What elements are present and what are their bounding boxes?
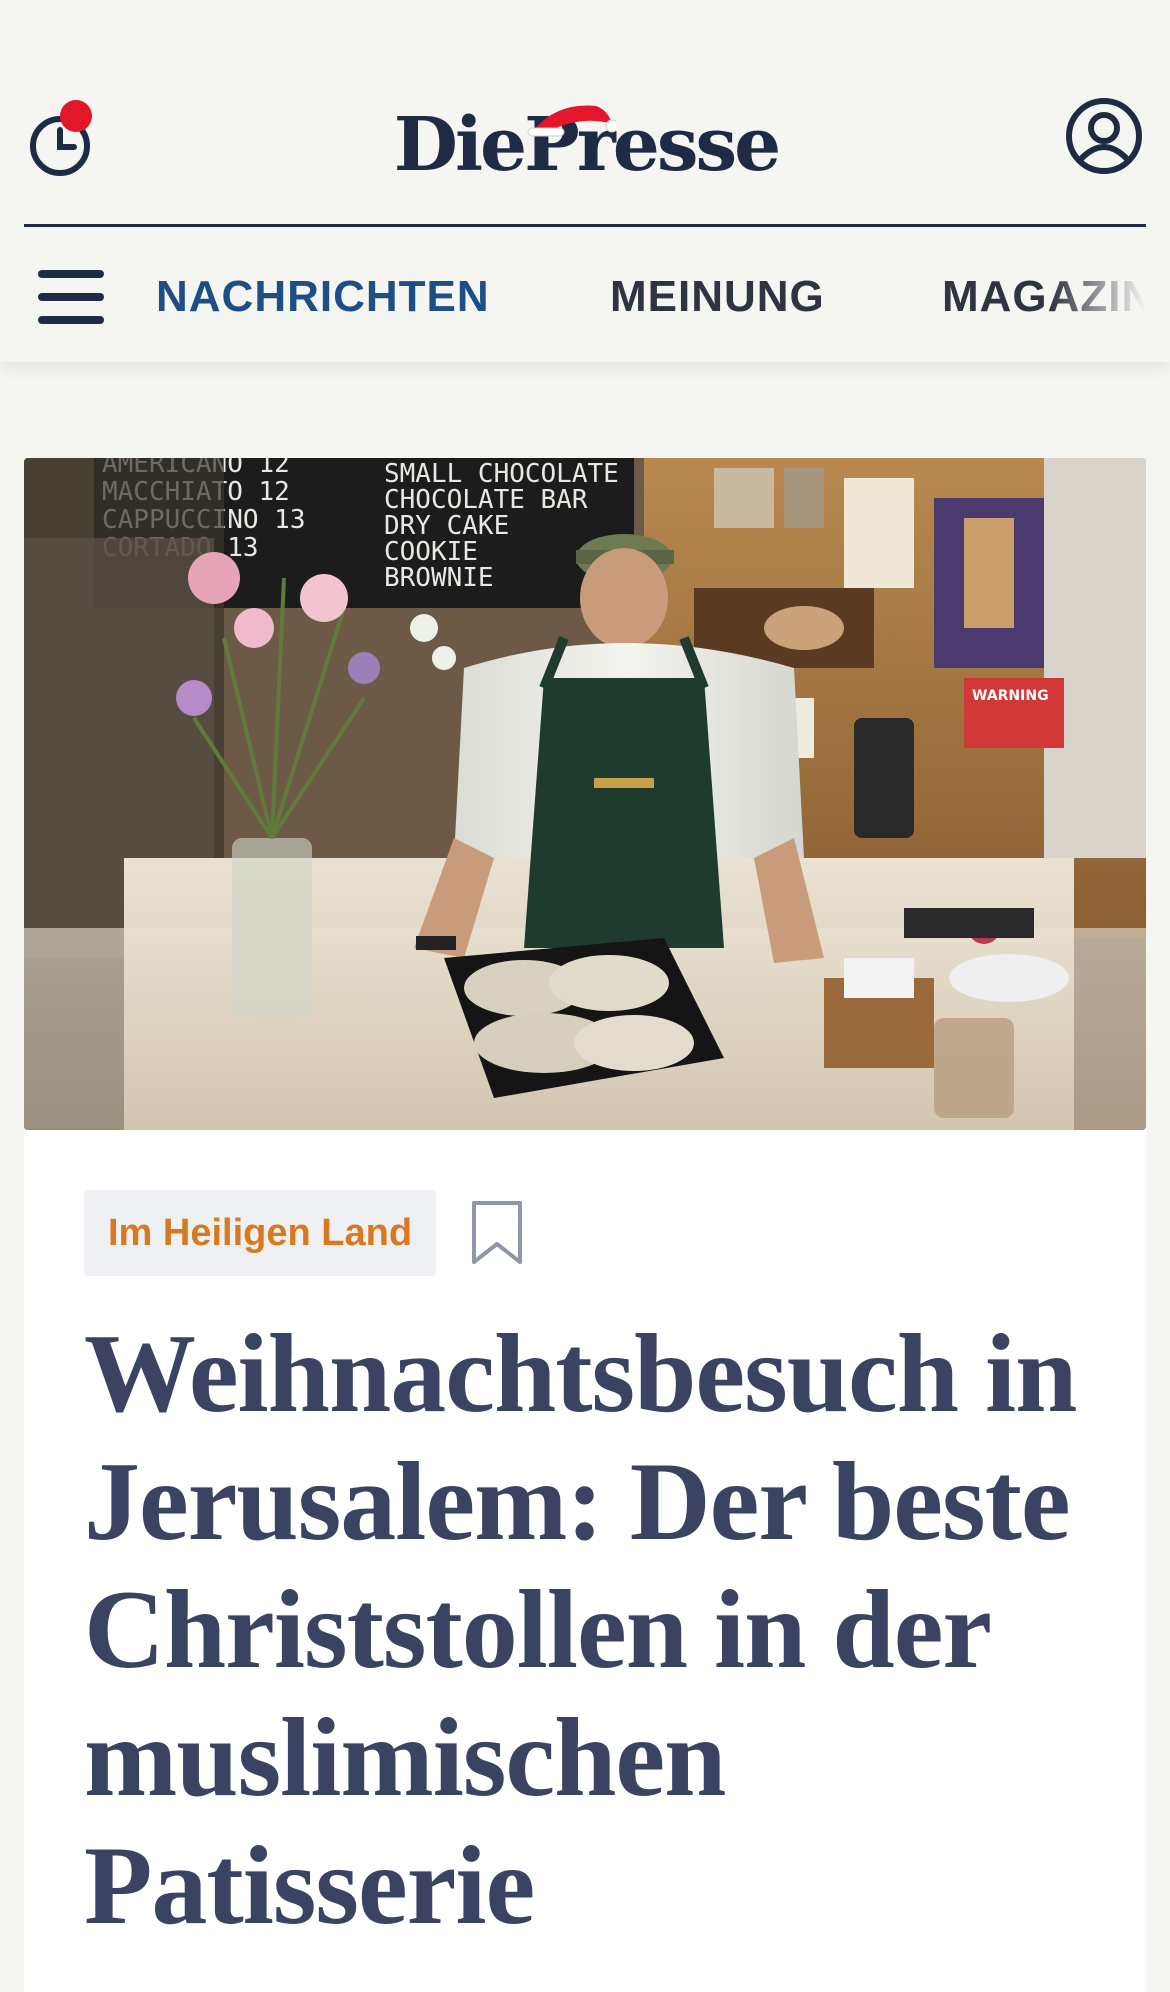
svg-text:BROWNIE: BROWNIE — [384, 563, 494, 593]
main-nav: NACHRICHTEN MEINUNG MAGAZIN — [0, 240, 1170, 350]
article-card: Im Heiligen Land Weihnachtsbesuch in Jer… — [24, 1130, 1146, 1992]
nav-item-meinung[interactable]: MEINUNG — [610, 272, 825, 322]
bookmark-icon — [472, 1201, 522, 1264]
article-headline[interactable]: Weihnachtsbesuch in Jerusalem: Der beste… — [84, 1310, 1084, 1950]
site-logo[interactable]: DiePresse — [394, 90, 781, 200]
article-kicker[interactable]: Im Heiligen Land — [84, 1190, 437, 1276]
hamburger-menu-icon[interactable] — [38, 270, 106, 324]
account-button[interactable] — [1064, 96, 1144, 176]
user-circle-icon — [1066, 98, 1142, 174]
header-divider — [24, 224, 1146, 227]
hero-photo: AMERICANO 12 MACCHIATO 12 CAPPUCCINO 13 … — [24, 458, 1146, 1130]
bookmark-button[interactable] — [470, 1200, 524, 1266]
nav-item-nachrichten[interactable]: NACHRICHTEN — [156, 272, 490, 322]
santa-hat-icon — [527, 105, 616, 137]
history-button[interactable] — [26, 100, 96, 180]
notification-dot — [60, 100, 92, 132]
header-top-row: DiePresse — [0, 70, 1170, 210]
hero-image[interactable]: AMERICANO 12 MACCHIATO 12 CAPPUCCINO 13 … — [24, 458, 1146, 1130]
nav-scroll-fade — [1050, 240, 1170, 350]
site-header: DiePresse NACHRICHTEN MEINUNG MAGAZIN — [0, 0, 1170, 362]
warning-sign-text: WARNING — [972, 688, 1049, 704]
kicker-label: Im Heiligen Land — [108, 1211, 413, 1254]
